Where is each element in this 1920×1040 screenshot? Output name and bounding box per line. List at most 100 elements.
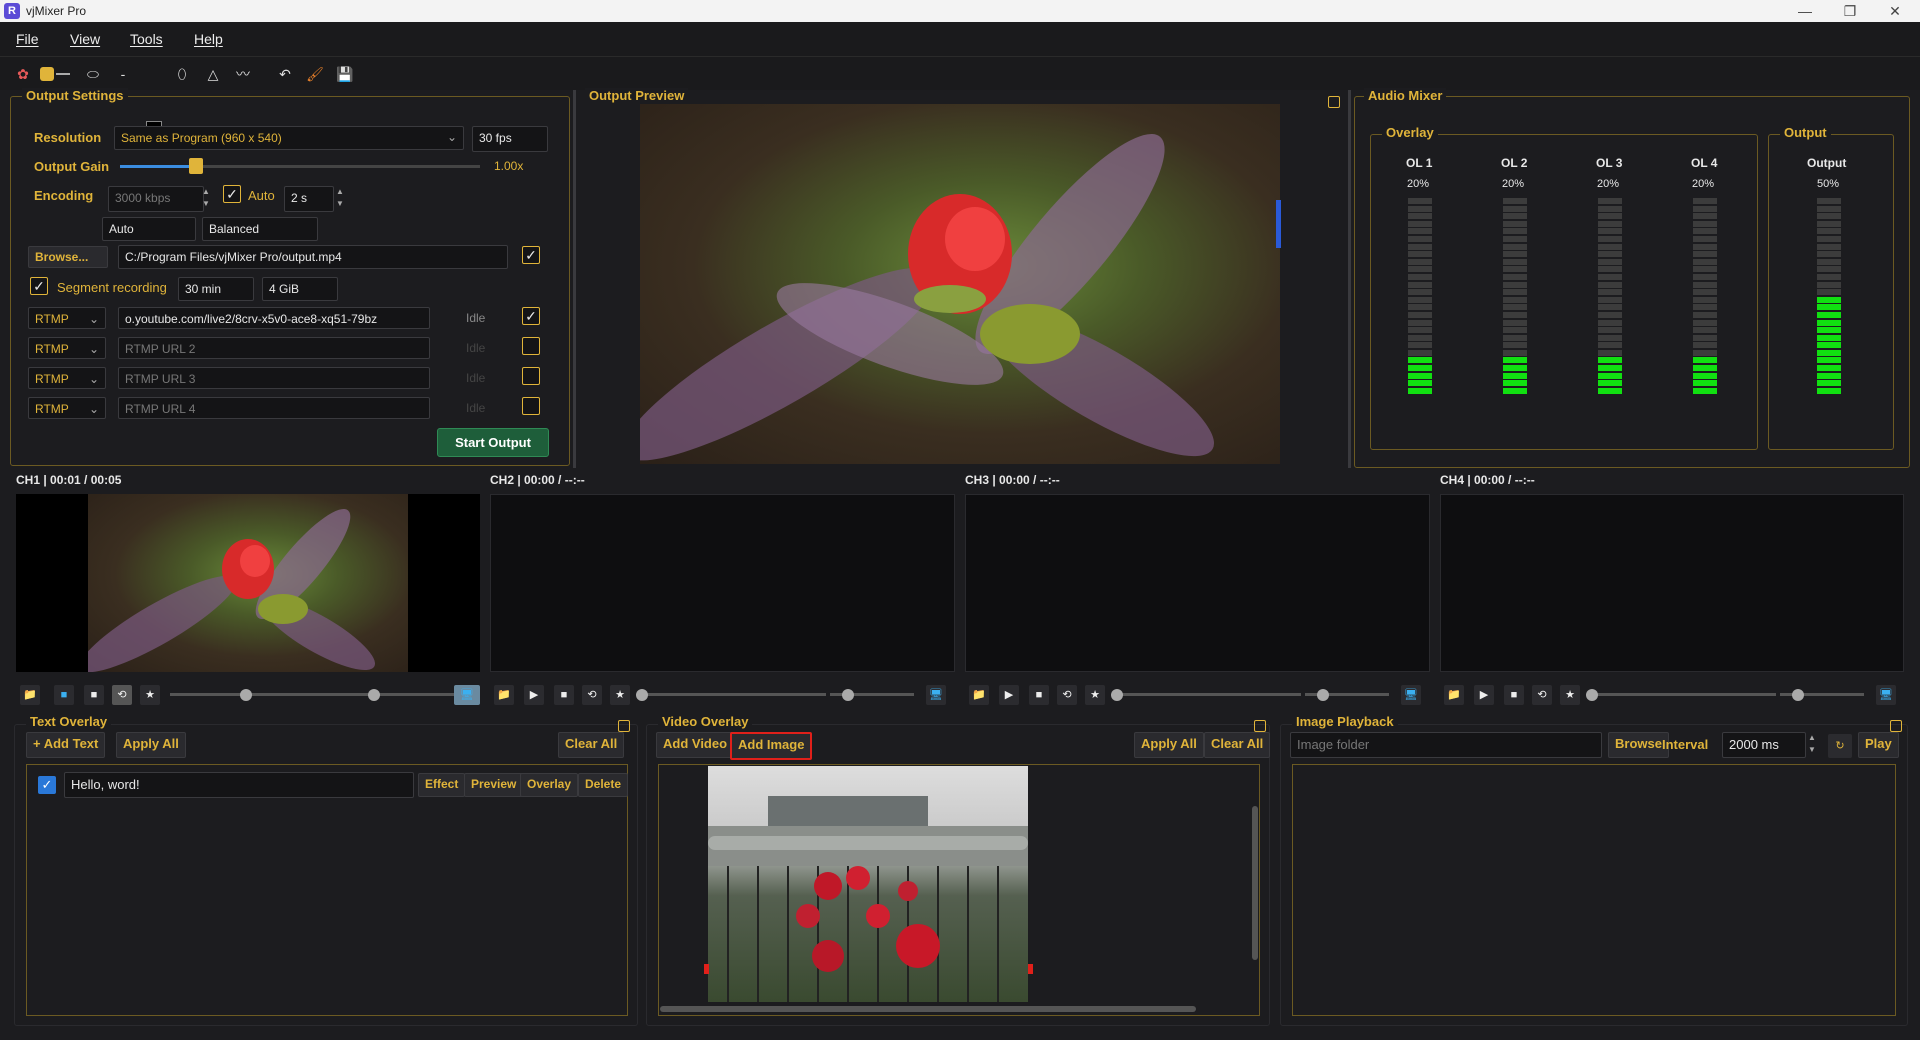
- splitter[interactable]: [573, 90, 576, 468]
- loop-icon[interactable]: ⟲: [582, 685, 602, 705]
- segment-recording-checkbox[interactable]: ✓: [30, 277, 48, 295]
- horizontal-scrollbar[interactable]: [660, 1006, 1196, 1012]
- popout-icon[interactable]: [1328, 96, 1340, 108]
- ch2-seek-slider[interactable]: [640, 693, 826, 696]
- ch2-viewport[interactable]: [490, 494, 955, 672]
- resolution-select[interactable]: Same as Program (960 x 540) ⌄: [114, 126, 464, 150]
- eraser-icon[interactable]: ⬭: [84, 65, 102, 83]
- add-text-button[interactable]: + Add Text: [26, 732, 106, 758]
- ch2-volume-handle[interactable]: [842, 689, 854, 701]
- text-item-checkbox[interactable]: ✓: [38, 776, 56, 794]
- ol3-meter[interactable]: [1598, 198, 1622, 395]
- ch4-seek-handle[interactable]: [1586, 689, 1598, 701]
- overlay-button[interactable]: Overlay: [520, 773, 579, 797]
- rtmp-protocol-select-2[interactable]: RTMP ⌄: [28, 337, 106, 359]
- loop-icon[interactable]: ⟲: [112, 685, 132, 705]
- rtmp-enable-checkbox-4[interactable]: [522, 397, 540, 415]
- image-browse-button[interactable]: Browse: [1608, 732, 1669, 758]
- ch3-volume-handle[interactable]: [1317, 689, 1329, 701]
- menu-view[interactable]: View: [70, 31, 100, 47]
- rtmp-protocol-select-3[interactable]: RTMP ⌄: [28, 367, 106, 389]
- segment-time-input[interactable]: 30 min: [178, 277, 254, 301]
- freehand-tool-icon[interactable]: 〰: [234, 65, 252, 83]
- palette-icon[interactable]: ✿: [14, 65, 32, 83]
- bitrate-input[interactable]: 3000 kbps: [108, 186, 204, 212]
- rtmp-protocol-select-4[interactable]: RTMP ⌄: [28, 397, 106, 419]
- menu-help[interactable]: Help: [194, 31, 223, 47]
- rtmp-enable-checkbox-1[interactable]: ✓: [522, 307, 540, 325]
- open-folder-icon[interactable]: 📁: [20, 685, 40, 705]
- rtmp-url-input-2[interactable]: RTMP URL 2: [118, 337, 430, 359]
- menu-tools[interactable]: Tools: [130, 31, 163, 47]
- keyframe-stepper[interactable]: ▲ ▼: [336, 186, 346, 210]
- preset-select[interactable]: Balanced: [202, 217, 318, 241]
- refresh-icon[interactable]: ↻: [1828, 734, 1852, 758]
- rate-mode-select[interactable]: Auto: [102, 217, 196, 241]
- favorite-icon[interactable]: ★: [140, 685, 160, 705]
- send-to-output-icon[interactable]: 🖥: [454, 685, 480, 705]
- rtmp-url-input-3[interactable]: RTMP URL 3: [118, 367, 430, 389]
- ch1-volume-handle[interactable]: [368, 689, 380, 701]
- resize-handle-right[interactable]: [1028, 964, 1033, 974]
- play-icon[interactable]: ▶: [999, 685, 1019, 705]
- preview-edge-handle[interactable]: [1276, 200, 1281, 248]
- undo-icon[interactable]: ↶: [276, 65, 294, 83]
- ch3-viewport[interactable]: [965, 494, 1430, 672]
- effect-button[interactable]: Effect: [418, 773, 466, 797]
- popout-icon[interactable]: [1254, 720, 1266, 732]
- interval-input[interactable]: 2000 ms: [1722, 732, 1806, 758]
- add-image-button[interactable]: Add Image: [730, 732, 813, 760]
- start-output-button[interactable]: Start Output: [437, 428, 549, 457]
- brush-size-slider[interactable]: [56, 73, 70, 75]
- splitter[interactable]: [1348, 90, 1351, 468]
- resize-handle-left[interactable]: [704, 964, 709, 974]
- favorite-icon[interactable]: ★: [1560, 685, 1580, 705]
- minimize-button[interactable]: —: [1790, 2, 1820, 20]
- stop-icon[interactable]: ■: [84, 685, 104, 705]
- ol1-meter[interactable]: [1408, 198, 1432, 395]
- triangle-tool-icon[interactable]: △: [204, 65, 222, 83]
- play-active-icon[interactable]: ■: [54, 685, 74, 705]
- loop-icon[interactable]: ⟲: [1057, 685, 1077, 705]
- ch1-viewport[interactable]: [16, 494, 480, 672]
- segment-size-input[interactable]: 4 GiB: [262, 277, 338, 301]
- close-button[interactable]: ✕: [1880, 2, 1910, 20]
- gain-slider-handle[interactable]: [188, 158, 203, 174]
- clear-all-video-button[interactable]: Clear All: [1204, 732, 1271, 758]
- browse-output-button[interactable]: Browse...: [28, 246, 108, 268]
- apply-all-text-button[interactable]: Apply All: [116, 732, 186, 758]
- brush-icon[interactable]: 🖌: [306, 65, 324, 83]
- overlay-image-layer[interactable]: [708, 766, 1028, 1002]
- clear-all-text-button[interactable]: Clear All: [558, 732, 625, 758]
- ch1-seek-slider[interactable]: [170, 693, 370, 696]
- image-play-button[interactable]: Play: [1858, 732, 1899, 758]
- ol4-meter[interactable]: [1693, 198, 1717, 395]
- loop-icon[interactable]: ⟲: [1532, 685, 1552, 705]
- add-video-button[interactable]: Add Video: [656, 732, 735, 758]
- stop-icon[interactable]: ■: [554, 685, 574, 705]
- ch1-seek-handle[interactable]: [240, 689, 252, 701]
- fps-select[interactable]: 30 fps: [472, 126, 548, 152]
- bitrate-stepper[interactable]: ▲ ▼: [202, 186, 212, 210]
- ch3-seek-slider[interactable]: [1115, 693, 1301, 696]
- stop-icon[interactable]: ■: [1504, 685, 1524, 705]
- ch4-seek-slider[interactable]: [1590, 693, 1776, 696]
- output-path-input[interactable]: C:/Program Files/vjMixer Pro/output.mp4: [118, 245, 508, 269]
- play-icon[interactable]: ▶: [1474, 685, 1494, 705]
- auto-bitrate-checkbox[interactable]: ✓: [223, 185, 241, 203]
- menu-file[interactable]: File: [16, 31, 39, 47]
- image-folder-input[interactable]: Image folder: [1290, 732, 1602, 758]
- rtmp-enable-checkbox-3[interactable]: [522, 367, 540, 385]
- maximize-button[interactable]: ❐: [1835, 2, 1865, 20]
- popout-icon[interactable]: [1890, 720, 1902, 732]
- ellipse-tool-icon[interactable]: ⬯: [173, 65, 191, 83]
- rtmp-protocol-select-1[interactable]: RTMP ⌄: [28, 307, 106, 329]
- play-icon[interactable]: ▶: [524, 685, 544, 705]
- favorite-icon[interactable]: ★: [610, 685, 630, 705]
- save-icon[interactable]: 💾: [336, 65, 354, 83]
- ch4-volume-handle[interactable]: [1792, 689, 1804, 701]
- send-to-output-icon[interactable]: 🖥: [1876, 685, 1896, 705]
- vertical-scrollbar[interactable]: [1252, 806, 1258, 960]
- output-meter[interactable]: [1817, 198, 1841, 395]
- rtmp-url-input-4[interactable]: RTMP URL 4: [118, 397, 430, 419]
